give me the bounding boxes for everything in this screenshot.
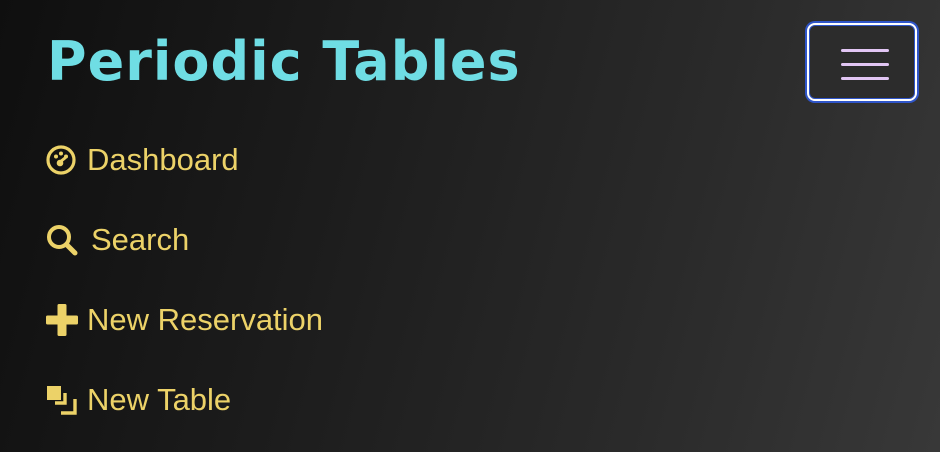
search-icon bbox=[45, 223, 79, 257]
hamburger-line bbox=[841, 49, 889, 52]
nav-item-search[interactable]: Search bbox=[45, 200, 323, 280]
stacked-squares-icon bbox=[45, 383, 79, 417]
nav-item-label: Dashboard bbox=[87, 142, 239, 177]
dashboard-gauge-icon bbox=[45, 143, 79, 177]
nav-item-label: New Reservation bbox=[87, 302, 324, 337]
nav-item-label: Search bbox=[91, 222, 190, 257]
plus-icon bbox=[45, 303, 79, 337]
menu-toggle-button[interactable] bbox=[807, 23, 917, 101]
hamburger-line bbox=[841, 77, 889, 80]
side-nav: Dashboard Search New Reservation New Tab… bbox=[45, 120, 323, 440]
nav-item-new-table[interactable]: New Table bbox=[45, 360, 323, 440]
nav-item-label: New Table bbox=[87, 382, 232, 417]
nav-item-dashboard[interactable]: Dashboard bbox=[45, 120, 323, 200]
hamburger-line bbox=[841, 63, 889, 66]
nav-item-new-reservation[interactable]: New Reservation bbox=[45, 280, 323, 360]
brand-title[interactable]: Periodic Tables bbox=[47, 30, 521, 94]
